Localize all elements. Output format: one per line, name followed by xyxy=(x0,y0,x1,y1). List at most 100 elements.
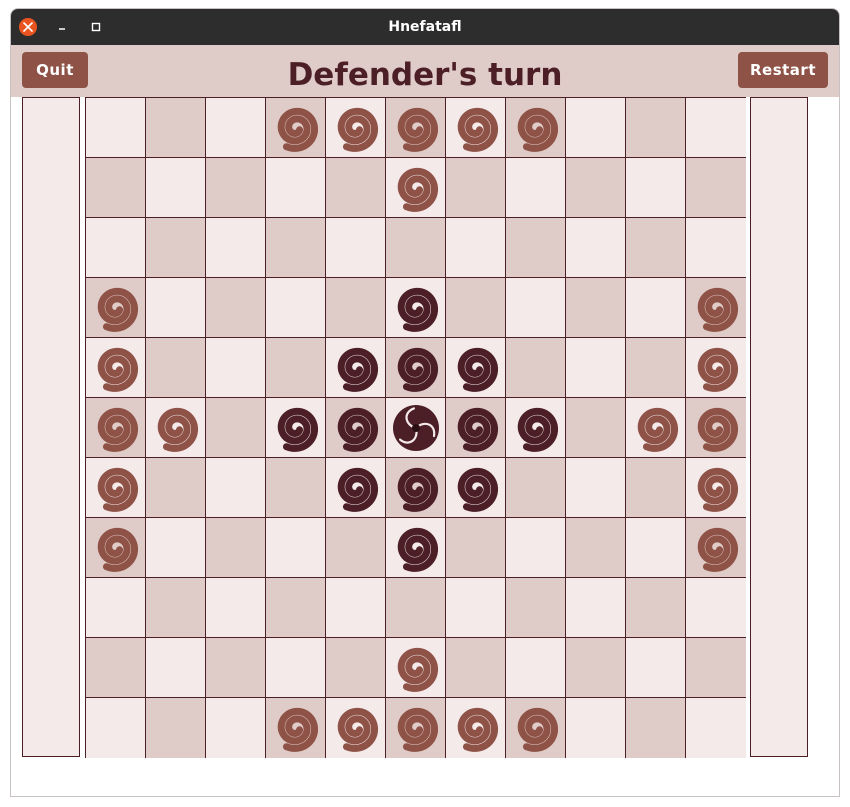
defender-piece-spiral-icon[interactable] xyxy=(270,402,322,454)
board-cell[interactable] xyxy=(566,398,626,458)
board-cell[interactable] xyxy=(386,518,446,578)
board-cell[interactable] xyxy=(206,98,266,158)
board-cell[interactable] xyxy=(206,218,266,278)
board-cell[interactable] xyxy=(626,578,686,638)
board-cell[interactable] xyxy=(206,398,266,458)
board-cell[interactable] xyxy=(686,698,746,758)
board-cell[interactable] xyxy=(206,578,266,638)
board-cell[interactable] xyxy=(626,458,686,518)
attacker-piece-spiral-icon[interactable] xyxy=(690,342,742,394)
board-cell[interactable] xyxy=(626,278,686,338)
board-cell[interactable] xyxy=(506,218,566,278)
attacker-piece-spiral-icon[interactable] xyxy=(390,702,442,754)
board-cell[interactable] xyxy=(686,98,746,158)
board-cell[interactable] xyxy=(266,398,326,458)
board-cell[interactable] xyxy=(386,458,446,518)
board-cell[interactable] xyxy=(326,398,386,458)
attacker-piece-spiral-icon[interactable] xyxy=(90,522,142,574)
board-cell[interactable] xyxy=(206,518,266,578)
defender-piece-spiral-icon[interactable] xyxy=(330,462,382,514)
board-cell[interactable] xyxy=(446,578,506,638)
board-cell[interactable] xyxy=(446,398,506,458)
attacker-piece-spiral-icon[interactable] xyxy=(90,402,142,454)
board-cell[interactable] xyxy=(686,278,746,338)
attacker-piece-spiral-icon[interactable] xyxy=(390,102,442,154)
board-cell[interactable] xyxy=(86,338,146,398)
board-cell[interactable] xyxy=(326,218,386,278)
attacker-piece-spiral-icon[interactable] xyxy=(90,282,142,334)
board-cell[interactable] xyxy=(326,278,386,338)
board-cell[interactable] xyxy=(386,98,446,158)
board-cell[interactable] xyxy=(206,638,266,698)
board-cell[interactable] xyxy=(386,278,446,338)
board-cell[interactable] xyxy=(686,458,746,518)
board-cell[interactable] xyxy=(506,398,566,458)
board-cell[interactable] xyxy=(626,698,686,758)
board-cell[interactable] xyxy=(686,638,746,698)
defender-piece-spiral-icon[interactable] xyxy=(330,402,382,454)
board-cell[interactable] xyxy=(506,578,566,638)
board-cell[interactable] xyxy=(146,278,206,338)
board-cell[interactable] xyxy=(626,98,686,158)
defender-piece-spiral-icon[interactable] xyxy=(510,402,562,454)
board-cell[interactable] xyxy=(626,218,686,278)
board-cell[interactable] xyxy=(266,218,326,278)
board-cell[interactable] xyxy=(206,278,266,338)
attacker-piece-spiral-icon[interactable] xyxy=(510,702,562,754)
board-cell[interactable] xyxy=(326,698,386,758)
board-cell[interactable] xyxy=(386,158,446,218)
board-cell[interactable] xyxy=(326,578,386,638)
board-cell[interactable] xyxy=(506,98,566,158)
defender-piece-spiral-icon[interactable] xyxy=(390,462,442,514)
defender-piece-spiral-icon[interactable] xyxy=(450,342,502,394)
defender-piece-spiral-icon[interactable] xyxy=(330,342,382,394)
board-cell[interactable] xyxy=(446,278,506,338)
attacker-piece-spiral-icon[interactable] xyxy=(330,102,382,154)
attacker-piece-spiral-icon[interactable] xyxy=(450,102,502,154)
defender-piece-spiral-icon[interactable] xyxy=(390,282,442,334)
board-cell[interactable] xyxy=(626,158,686,218)
defender-piece-spiral-icon[interactable] xyxy=(450,402,502,454)
attacker-piece-spiral-icon[interactable] xyxy=(390,162,442,214)
board-cell[interactable] xyxy=(266,458,326,518)
board-cell[interactable] xyxy=(506,278,566,338)
board-cell[interactable] xyxy=(446,698,506,758)
board-cell[interactable] xyxy=(386,398,446,458)
board-cell[interactable] xyxy=(506,698,566,758)
attacker-piece-spiral-icon[interactable] xyxy=(690,402,742,454)
board-cell[interactable] xyxy=(566,218,626,278)
board-cell[interactable] xyxy=(566,518,626,578)
board-cell[interactable] xyxy=(206,458,266,518)
board-cell[interactable] xyxy=(146,218,206,278)
board-cell[interactable] xyxy=(206,698,266,758)
attacker-piece-spiral-icon[interactable] xyxy=(630,402,682,454)
board-cell[interactable] xyxy=(266,278,326,338)
king-piece-vortex-icon[interactable] xyxy=(390,402,442,454)
board-cell[interactable] xyxy=(326,158,386,218)
board-cell[interactable] xyxy=(266,698,326,758)
board-cell[interactable] xyxy=(206,158,266,218)
board-cell[interactable] xyxy=(446,638,506,698)
board-cell[interactable] xyxy=(566,638,626,698)
board-cell[interactable] xyxy=(446,98,506,158)
board-cell[interactable] xyxy=(686,398,746,458)
board-cell[interactable] xyxy=(86,458,146,518)
board-cell[interactable] xyxy=(86,518,146,578)
attacker-piece-spiral-icon[interactable] xyxy=(90,462,142,514)
board-cell[interactable] xyxy=(146,458,206,518)
board-cell[interactable] xyxy=(146,638,206,698)
attacker-piece-spiral-icon[interactable] xyxy=(690,522,742,574)
board-cell[interactable] xyxy=(566,98,626,158)
board-cell[interactable] xyxy=(686,338,746,398)
board-cell[interactable] xyxy=(326,338,386,398)
board-cell[interactable] xyxy=(146,578,206,638)
board-cell[interactable] xyxy=(146,398,206,458)
board-cell[interactable] xyxy=(566,278,626,338)
board-cell[interactable] xyxy=(386,218,446,278)
board-cell[interactable] xyxy=(86,158,146,218)
attacker-piece-spiral-icon[interactable] xyxy=(390,642,442,694)
board-cell[interactable] xyxy=(326,518,386,578)
board-cell[interactable] xyxy=(146,158,206,218)
board-cell[interactable] xyxy=(86,98,146,158)
board-cell[interactable] xyxy=(686,518,746,578)
